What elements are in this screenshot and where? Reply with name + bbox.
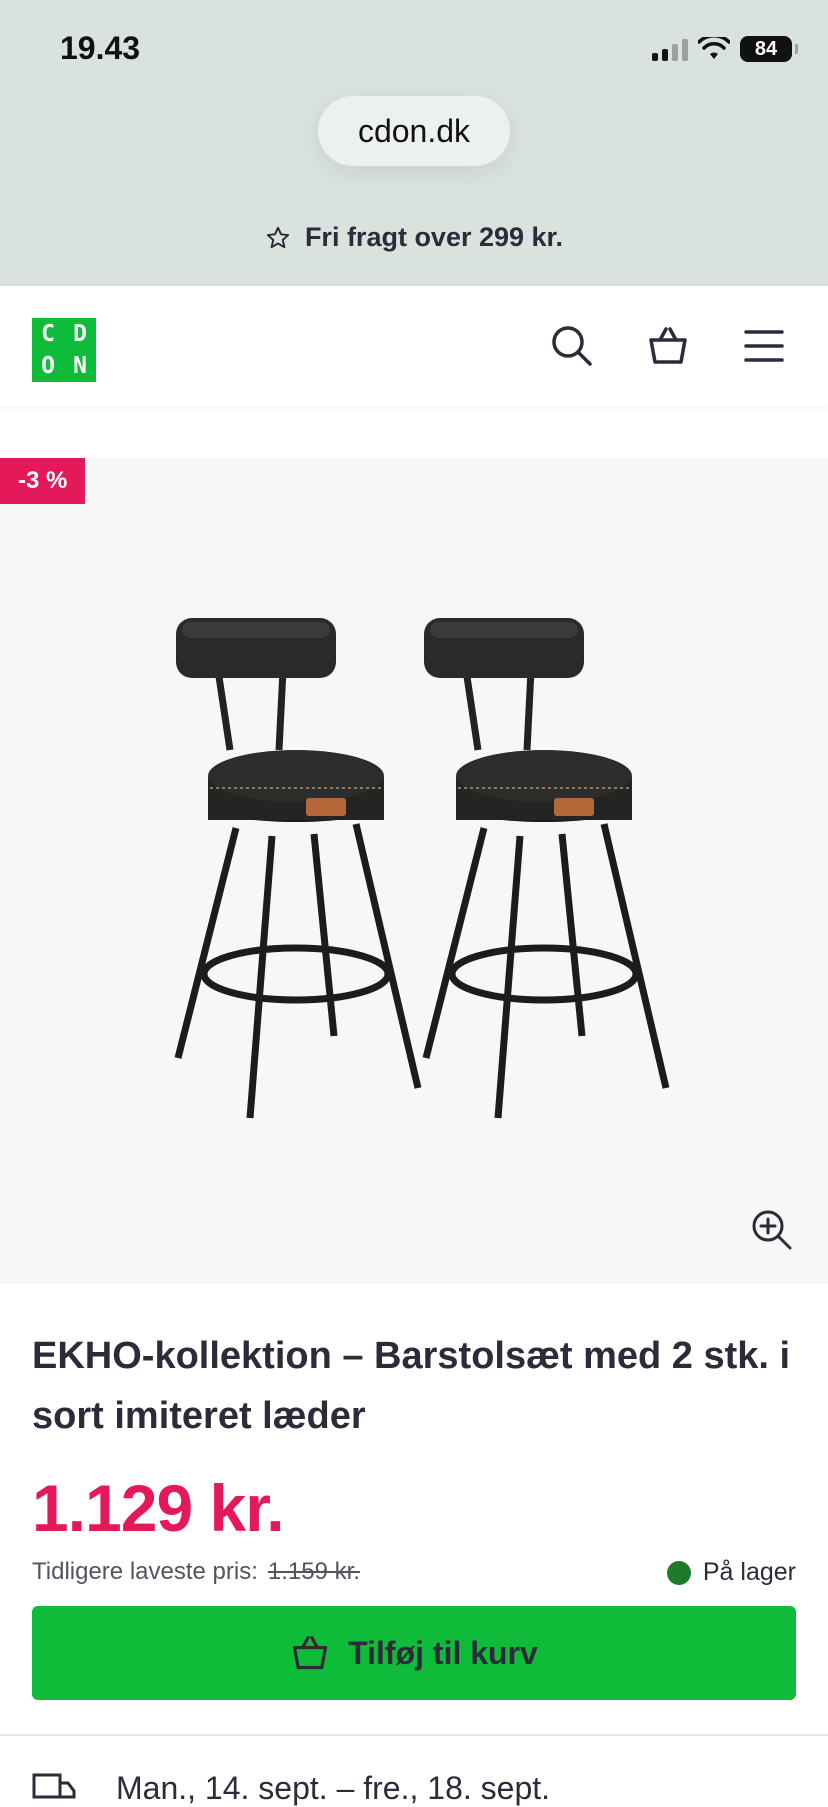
url-bar[interactable]: cdon.dk <box>318 96 510 166</box>
stock-label: På lager <box>702 1558 796 1586</box>
search-icon <box>552 326 592 366</box>
cdon-logo[interactable]: C D O N <box>32 318 96 382</box>
delivery-truck-icon <box>32 1773 76 1798</box>
menu-button[interactable] <box>740 322 788 370</box>
previous-price-value: 1.159 kr. <box>267 1558 360 1585</box>
logo-letter: D <box>73 321 87 347</box>
promo-text: Fri fragt over 299 kr. <box>304 222 564 252</box>
divider <box>0 1734 828 1736</box>
stool-right <box>422 618 670 1119</box>
stock-dot-icon <box>666 1560 691 1585</box>
delivery-date: Man., 14. sept. – fre., 18. sept. <box>116 1770 551 1806</box>
signal-icon <box>652 37 688 61</box>
logo-letter: O <box>41 353 55 379</box>
promo-banner: Fri fragt over 299 kr. <box>0 222 828 253</box>
browser-top-area: 19.43 84 cdon.dk Fri fragt over 299 kr. <box>0 0 828 286</box>
status-time: 19.43 <box>60 30 141 66</box>
bar-stools-image <box>174 618 670 1119</box>
product-image[interactable] <box>0 458 828 1284</box>
product-title: EKHO-kollektion – Barstolsæt med 2 stk. … <box>32 1335 791 1437</box>
zoom-in-icon <box>752 1210 792 1250</box>
logo-letter: C <box>41 321 55 347</box>
menu-icon <box>744 330 784 362</box>
discount-badge: -3 % <box>0 458 86 504</box>
previous-price: Tidligere laveste pris: 1.159 kr. <box>32 1558 360 1586</box>
star-icon <box>266 226 290 248</box>
zoom-button[interactable] <box>750 1208 794 1252</box>
previous-price-label: Tidligere laveste pris: <box>32 1558 258 1585</box>
logo-letter: N <box>73 353 87 379</box>
stool-left <box>174 618 422 1119</box>
product-price: 1.129 kr. <box>32 1471 285 1545</box>
search-button[interactable] <box>548 322 596 370</box>
stock-status: På lager <box>666 1558 796 1587</box>
basket-icon <box>649 327 687 364</box>
basket-button[interactable] <box>644 322 692 370</box>
add-to-cart-label: Tilføj til kurv <box>348 1634 538 1671</box>
basket-icon <box>293 1635 328 1670</box>
site-header: C D O N <box>0 286 828 406</box>
wifi-icon <box>698 37 730 59</box>
delivery-info: Man., 14. sept. – fre., 18. sept. <box>32 1770 550 1807</box>
battery-icon: 84 <box>740 36 798 62</box>
status-icons: 84 <box>652 34 798 64</box>
add-to-cart-button[interactable]: Tilføj til kurv <box>32 1606 796 1700</box>
